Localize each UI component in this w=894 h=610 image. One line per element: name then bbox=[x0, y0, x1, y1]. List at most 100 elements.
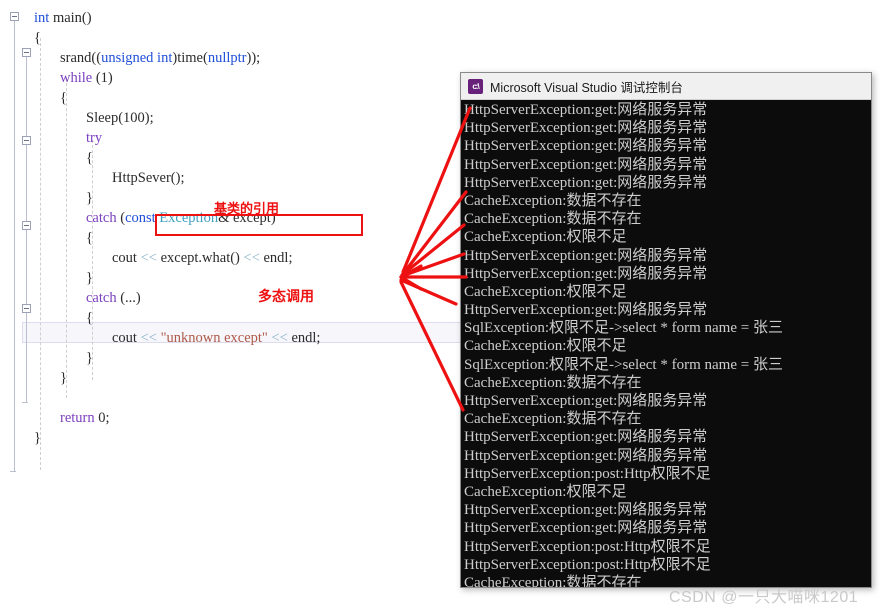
console-output-line: CacheException:权限不足 bbox=[464, 483, 627, 500]
console-output-line: HttpServerException:get:网络服务异常 bbox=[464, 120, 708, 137]
code-token: 0; bbox=[94, 410, 110, 426]
code-token: << bbox=[243, 250, 260, 266]
code-line: } bbox=[86, 268, 93, 288]
code-token: return bbox=[60, 410, 95, 426]
code-line: Sleep(100); bbox=[86, 108, 154, 128]
annotation-box-catch-param bbox=[155, 214, 363, 236]
code-token: srand(( bbox=[60, 50, 102, 66]
fold-toggle-while[interactable] bbox=[22, 48, 31, 57]
code-token: cout bbox=[112, 330, 141, 346]
console-title-bar[interactable]: c:\ Microsoft Visual Studio 调试控制台 bbox=[461, 73, 871, 100]
fold-bracket-main-end bbox=[10, 471, 16, 472]
code-token: { bbox=[34, 30, 41, 46]
fold-toggle-catch-exception[interactable] bbox=[22, 221, 31, 230]
console-output-line: CacheException:权限不足 bbox=[464, 283, 627, 300]
console-output-line: HttpServerException:get:网络服务异常 bbox=[464, 447, 708, 464]
code-token: } bbox=[86, 350, 93, 366]
code-token: endl; bbox=[259, 250, 293, 266]
annotation-label-polymorphic-call: 多态调用 bbox=[258, 288, 314, 304]
console-window-title: Microsoft Visual Studio 调试控制台 bbox=[490, 80, 683, 95]
code-line: { bbox=[34, 28, 41, 48]
fold-toggle-catch-all[interactable] bbox=[22, 304, 31, 313]
code-line: cout << "unknown except" << endl; bbox=[112, 328, 320, 348]
code-line: HttpSever(); bbox=[112, 168, 184, 188]
code-line: { bbox=[86, 148, 93, 168]
console-output-line: HttpServerException:get:网络服务异常 bbox=[464, 265, 708, 282]
console-output-line: HttpServerException:post:Http权限不足 bbox=[464, 556, 711, 573]
console-output-line: HttpServerException:get:网络服务异常 bbox=[464, 156, 708, 173]
debug-console-window[interactable]: c:\ Microsoft Visual Studio 调试控制台 HttpSe… bbox=[460, 72, 872, 588]
console-output-line: HttpServerException:post:Http权限不足 bbox=[464, 538, 711, 555]
code-token: { bbox=[86, 230, 93, 246]
fold-toggle-main[interactable] bbox=[10, 12, 19, 21]
console-output-line: HttpServerException:get:网络服务异常 bbox=[464, 393, 708, 409]
code-token: << bbox=[140, 250, 157, 266]
code-token: except.what() bbox=[156, 250, 244, 266]
code-token: { bbox=[86, 310, 93, 326]
code-token: )time( bbox=[172, 50, 208, 66]
code-token: )); bbox=[246, 50, 261, 66]
code-token: { bbox=[86, 150, 93, 166]
code-token: int bbox=[34, 10, 50, 26]
code-line: return 0; bbox=[60, 408, 110, 428]
code-token: } bbox=[34, 430, 41, 446]
console-output-line: CacheException:权限不足 bbox=[464, 229, 627, 246]
console-output-area[interactable]: HttpServerException:get:网络服务异常 HttpServer… bbox=[461, 100, 871, 587]
console-output-line: HttpServerException:get:网络服务异常 bbox=[464, 429, 708, 446]
console-output-line: HttpServerException:get:网络服务异常 bbox=[464, 247, 708, 264]
console-output-line: CacheException:数据不存在 bbox=[464, 192, 642, 209]
code-token: { bbox=[60, 90, 67, 106]
console-output-line: HttpServerException:get:网络服务异常 bbox=[464, 302, 708, 319]
code-token: nullptr bbox=[207, 50, 247, 66]
code-line: catch (...) bbox=[86, 288, 141, 308]
code-token: try bbox=[86, 130, 103, 146]
indent-guide-1 bbox=[40, 38, 41, 470]
code-token: main() bbox=[49, 10, 92, 26]
console-output-line: CacheException:数据不存在 bbox=[464, 374, 642, 391]
csdn-watermark: CSDN @一只大喵咪1201 bbox=[669, 589, 859, 606]
console-output-line: SqlException:权限不足->select * form name = … bbox=[464, 356, 783, 373]
code-token: catch bbox=[86, 290, 117, 306]
code-token: (...) bbox=[116, 290, 141, 306]
code-editor-pane[interactable]: int main() { srand((unsigned int)time(null… bbox=[0, 0, 470, 610]
code-token: << bbox=[140, 330, 157, 346]
console-output-line: HttpServerException:get:网络服务异常 bbox=[464, 174, 708, 191]
code-token: HttpSever(); bbox=[112, 170, 185, 186]
code-line: } bbox=[60, 368, 67, 388]
code-line: int main() bbox=[34, 8, 92, 28]
code-line: } bbox=[34, 428, 41, 448]
code-token: "unknown except" bbox=[160, 330, 268, 346]
code-token: } bbox=[86, 190, 93, 206]
console-output-line: CacheException:数据不存在 bbox=[464, 211, 642, 228]
annotation-label-base-class-reference: 基类的引用 bbox=[214, 201, 280, 216]
indent-guide-2 bbox=[66, 78, 67, 398]
code-token: Sleep(100); bbox=[86, 110, 154, 126]
code-line: { bbox=[86, 308, 93, 328]
code-token: cout bbox=[112, 250, 141, 266]
code-token: unsigned int bbox=[101, 50, 173, 66]
code-line: { bbox=[86, 228, 93, 248]
code-line: srand((unsigned int)time(nullptr)); bbox=[60, 48, 260, 68]
console-output-line: HttpServerException:get:网络服务异常 bbox=[464, 138, 708, 155]
code-token: endl; bbox=[287, 330, 321, 346]
code-line: try bbox=[86, 128, 102, 148]
fold-toggle-try[interactable] bbox=[22, 136, 31, 145]
code-token: catch bbox=[86, 210, 117, 226]
code-token: const bbox=[125, 210, 156, 226]
console-app-icon: c:\ bbox=[468, 78, 483, 94]
code-line: } bbox=[86, 188, 93, 208]
console-output-line: HttpServerException:get:网络服务异常 bbox=[464, 102, 708, 118]
console-output-line: HttpServerException:post:Http权限不足 bbox=[464, 465, 711, 482]
fold-bracket-while-end bbox=[22, 402, 28, 403]
console-output-line: HttpServerException:get:网络服务异常 bbox=[464, 502, 708, 519]
code-line: { bbox=[60, 88, 67, 108]
code-token: (1) bbox=[92, 70, 113, 86]
console-output-line: HttpServerException:get:网络服务异常 bbox=[464, 520, 708, 537]
indent-guide-3 bbox=[92, 140, 93, 380]
code-line: while (1) bbox=[60, 68, 113, 88]
code-token: } bbox=[60, 370, 67, 386]
code-line: } bbox=[86, 348, 93, 368]
code-token: } bbox=[86, 270, 93, 286]
code-token: ( bbox=[116, 210, 126, 226]
console-output-line: SqlException:权限不足->select * form name = … bbox=[464, 320, 783, 337]
